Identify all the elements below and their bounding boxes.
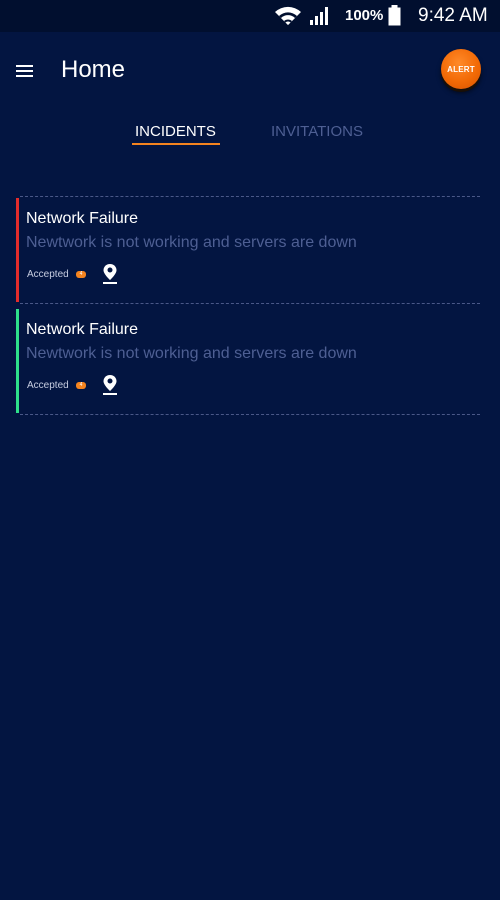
list-divider (20, 303, 480, 304)
location-pin-icon[interactable] (102, 263, 118, 284)
menu-icon[interactable] (14, 64, 36, 80)
list-divider (20, 414, 480, 415)
incident-severity-bar (16, 198, 19, 302)
signal-icon (310, 7, 328, 25)
incident-card[interactable]: Network Failure Newtwork is not working … (16, 309, 480, 413)
incident-description: Newtwork is not working and servers are … (26, 345, 357, 362)
wifi-icon (275, 6, 301, 25)
incident-description: Newtwork is not working and servers are … (26, 234, 357, 251)
page-title: Home (61, 56, 126, 83)
alert-button-label: ALERT (447, 64, 475, 74)
status-bar: 100% 9:42 AM (0, 0, 500, 32)
incident-title: Network Failure (26, 210, 139, 227)
incident-title: Network Failure (26, 321, 139, 338)
incident-card[interactable]: Network Failure Newtwork is not working … (16, 198, 480, 302)
active-tab-indicator (132, 143, 220, 145)
tab-invitations[interactable]: INVITATIONS (271, 122, 363, 142)
list-divider (20, 196, 480, 197)
battery-icon (388, 5, 401, 26)
incident-status-badge: 4 (76, 271, 86, 278)
incident-status-badge: 4 (76, 382, 86, 389)
incident-severity-bar (16, 309, 19, 413)
location-pin-icon[interactable] (102, 374, 118, 395)
incident-status: Accepted (27, 380, 69, 391)
incident-status: Accepted (27, 269, 69, 280)
tab-incidents[interactable]: INCIDENTS (135, 122, 216, 142)
status-time: 9:42 AM (418, 5, 488, 26)
alert-button[interactable]: ALERT (441, 49, 481, 89)
battery-percentage: 100% (345, 7, 384, 24)
